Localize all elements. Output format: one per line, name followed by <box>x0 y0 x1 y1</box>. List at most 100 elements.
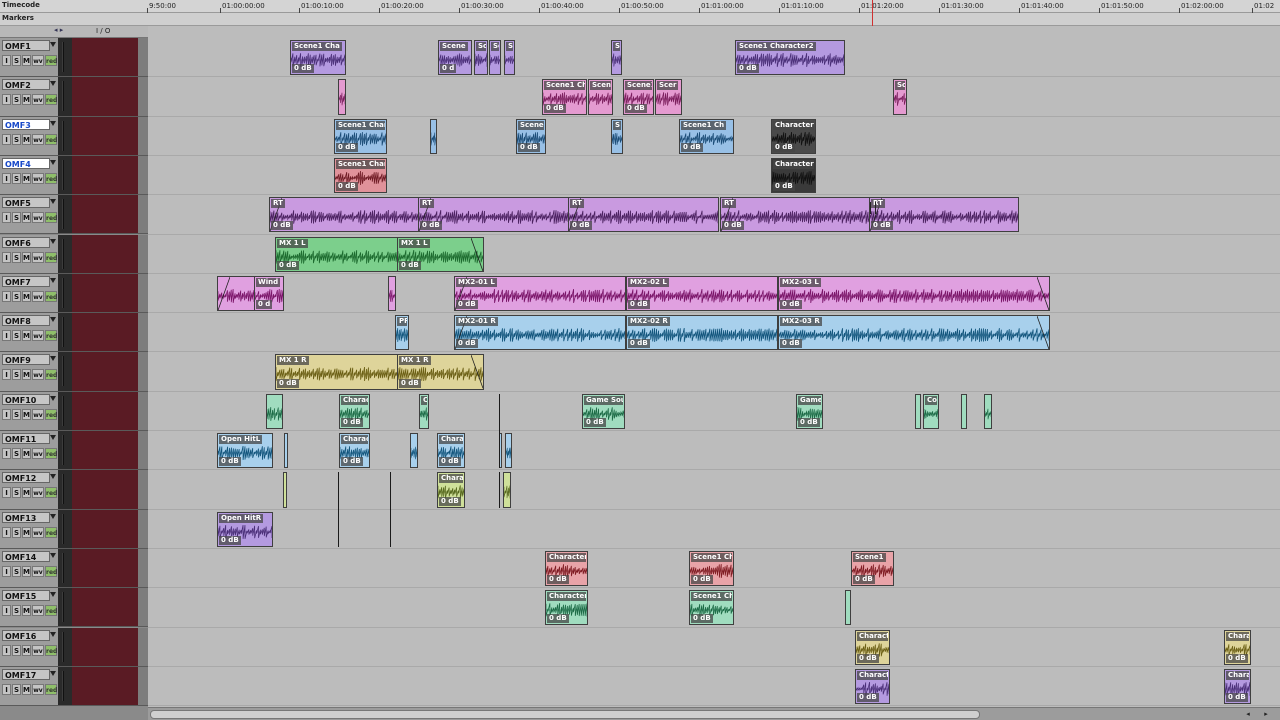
insert-button[interactable]: I <box>2 290 11 302</box>
insert-button[interactable]: I <box>2 565 11 577</box>
track-header[interactable]: OMF10 ISMwvred B 1Strt-20.0> 0 < <box>0 391 206 431</box>
track-name[interactable]: OMF6 <box>2 236 50 248</box>
track-name-menu-icon[interactable] <box>50 199 56 205</box>
audio-clip[interactable]: Sce <box>474 40 488 76</box>
fade-handle[interactable] <box>218 276 230 311</box>
audio-clip[interactable]: Scene 0 d <box>438 40 472 76</box>
track-header[interactable]: OMF7 ISMwvred A 14Strt-20.0> 0 < <box>0 273 206 314</box>
audio-clip[interactable]: Character2 0 dB <box>771 157 816 194</box>
record-enable-button[interactable]: red <box>45 605 57 617</box>
audio-clip[interactable] <box>984 393 992 429</box>
track-header[interactable]: OMF8 ISMwvred A 15Strt-20.0> 0 < <box>0 313 206 353</box>
audio-clip[interactable]: Scene1 0 dB <box>851 550 894 587</box>
track-name-menu-icon[interactable] <box>50 592 56 598</box>
audio-clip[interactable]: Scen <box>588 79 613 115</box>
audio-clip[interactable] <box>388 275 396 312</box>
waveform-view-button[interactable]: wv <box>32 369 44 381</box>
waveform-view-button[interactable]: wv <box>32 133 44 145</box>
mute-button[interactable]: M <box>22 605 31 617</box>
audio-clip[interactable] <box>338 79 346 115</box>
audio-clip[interactable]: Scene1 Character2 0 dB <box>735 40 845 76</box>
track-name[interactable]: OMF10 <box>2 393 50 405</box>
track-name[interactable]: OMF7 <box>2 275 50 287</box>
insert-button[interactable]: I <box>2 172 11 184</box>
solo-button[interactable]: S <box>12 644 21 656</box>
track-header[interactable]: OMF16 ISMwvred B 7Strt-20.0> 0 < <box>0 627 206 667</box>
solo-button[interactable]: S <box>12 369 21 381</box>
track-name-menu-icon[interactable] <box>50 317 56 323</box>
track-header[interactable]: OMF12 ISMwvred B 3Strt-20.0> 0 < <box>0 470 206 510</box>
solo-button[interactable]: S <box>12 330 21 342</box>
record-enable-button[interactable]: red <box>45 408 57 420</box>
audio-clip[interactable] <box>915 393 921 429</box>
track-header[interactable]: OMF11 ISMwvred B 2Strt-20.0> 0 < <box>0 431 206 471</box>
insert-button[interactable]: I <box>2 330 11 342</box>
audio-clip[interactable]: Co <box>923 393 939 429</box>
audio-clip[interactable]: MX2-03 R 0 dB <box>778 315 1050 351</box>
mute-button[interactable]: M <box>22 526 31 538</box>
audio-clip[interactable]: Chara 0 dB <box>437 472 465 508</box>
audio-clip[interactable]: PF <box>395 315 409 351</box>
audio-clip[interactable]: Charact 0 dB <box>855 629 890 665</box>
insert-button[interactable]: I <box>2 369 11 381</box>
audio-clip[interactable]: Scene1 I 0 dB <box>623 79 654 115</box>
track-name-menu-icon[interactable] <box>50 238 56 244</box>
audio-clip[interactable]: RT 0 dB <box>869 197 1019 233</box>
scroll-left-icon[interactable]: ◂ <box>1240 710 1256 719</box>
track-header[interactable]: OMF17 ISMwvred B 8Strt-20.0> 0 < <box>0 666 206 707</box>
audio-clip[interactable]: Charact 0 dB <box>855 668 890 705</box>
record-enable-button[interactable]: red <box>45 133 57 145</box>
audio-clip[interactable]: Character2 0 dB <box>771 118 816 154</box>
insert-button[interactable]: I <box>2 408 11 420</box>
record-enable-button[interactable]: red <box>45 330 57 342</box>
waveform-view-button[interactable]: wv <box>32 526 44 538</box>
record-enable-button[interactable]: red <box>45 172 57 184</box>
track-name-menu-icon[interactable] <box>50 631 56 637</box>
audio-clip[interactable]: MX 1 L 0 dB <box>397 236 484 272</box>
scroll-right-icon[interactable]: ▸ <box>1258 710 1274 719</box>
audio-clip[interactable]: RT 0 dB <box>269 197 419 233</box>
fade-handle[interactable] <box>471 237 483 271</box>
track-name-menu-icon[interactable] <box>50 474 56 480</box>
mute-button[interactable]: M <box>22 133 31 145</box>
waveform-view-button[interactable]: wv <box>32 408 44 420</box>
solo-button[interactable]: S <box>12 487 21 499</box>
track-name-menu-icon[interactable] <box>50 552 56 558</box>
waveform-view-button[interactable]: wv <box>32 172 44 184</box>
record-enable-button[interactable]: red <box>45 526 57 538</box>
track-name-menu-icon[interactable] <box>50 513 56 519</box>
audio-clip[interactable] <box>505 433 512 469</box>
track-name-menu-icon[interactable] <box>50 159 56 165</box>
audio-clip[interactable]: Charac 0 dB <box>339 393 370 429</box>
waveform-view-button[interactable]: wv <box>32 330 44 342</box>
audio-clip[interactable] <box>410 433 418 469</box>
mute-button[interactable]: M <box>22 330 31 342</box>
track-name[interactable]: OMF14 <box>2 550 50 562</box>
audio-clip[interactable] <box>284 433 288 469</box>
fade-handle[interactable] <box>1037 316 1049 350</box>
audio-clip[interactable]: Game Sou 0 dB <box>582 393 625 429</box>
audio-clip[interactable]: MX2-02 L 0 dB <box>626 275 778 312</box>
audio-clip[interactable]: Scene1 Char 0 dB <box>334 157 387 194</box>
audio-clip[interactable]: Open HitR 0 dB <box>217 511 273 547</box>
mute-button[interactable]: M <box>22 55 31 66</box>
record-enable-button[interactable]: red <box>45 644 57 656</box>
record-enable-button[interactable]: red <box>45 94 57 106</box>
audio-clip[interactable]: MX2-01 L 0 dB <box>454 275 626 312</box>
track-name-menu-icon[interactable] <box>50 42 56 47</box>
track-header[interactable]: OMF2 ISMwvred A9A10Strt-20.0> 0 < <box>0 77 206 117</box>
waveform-view-button[interactable]: wv <box>32 212 44 224</box>
io-arrows-icon[interactable]: ◂ ▸ <box>54 26 63 34</box>
audio-clip[interactable]: Scene1 Ch 0 dB <box>689 590 734 626</box>
audio-clip[interactable]: Scene1 Ch 0 dB <box>542 79 587 115</box>
track-name[interactable]: OMF9 <box>2 354 50 366</box>
mute-button[interactable]: M <box>22 683 31 695</box>
record-enable-button[interactable]: red <box>45 487 57 499</box>
audio-clip[interactable] <box>961 393 967 429</box>
track-header[interactable]: OMF9 ISMwvred A 16Strt-20.0> 0 < <box>0 352 206 392</box>
audio-clip[interactable]: Scene1 Cha 0 dB <box>290 40 346 76</box>
audio-clip[interactable] <box>283 472 287 508</box>
solo-button[interactable]: S <box>12 212 21 224</box>
audio-clip[interactable] <box>845 590 851 626</box>
track-name[interactable]: OMF11 <box>2 433 50 444</box>
